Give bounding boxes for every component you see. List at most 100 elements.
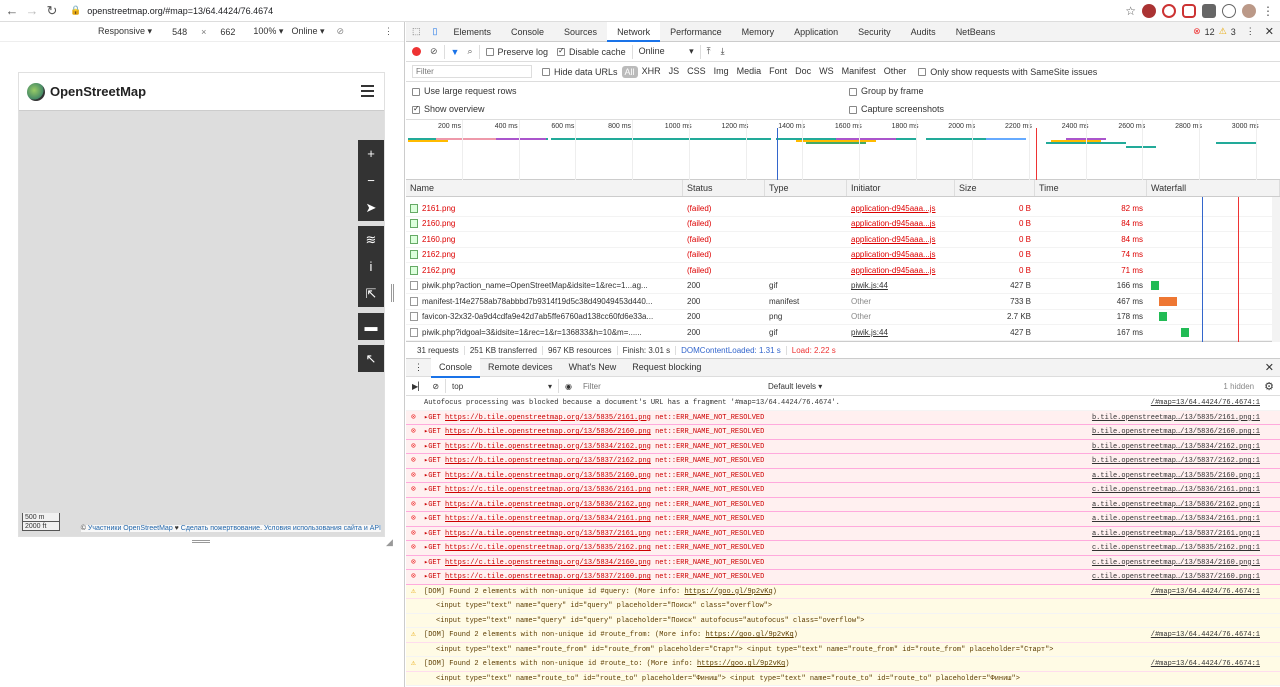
- device-toggle-icon[interactable]: ▯: [427, 26, 444, 37]
- reload-icon[interactable]: ↻: [44, 3, 60, 19]
- contributors-link[interactable]: Участники OpenStreetMap: [88, 525, 173, 532]
- column-type[interactable]: Type: [765, 180, 847, 196]
- settings-icon[interactable]: ⋮: [1246, 26, 1255, 37]
- show-overview-checkbox[interactable]: [412, 104, 420, 114]
- tab-security[interactable]: Security: [848, 22, 901, 42]
- request-initiator[interactable]: piwik.js:44: [847, 281, 955, 290]
- console-source-link[interactable]: b.tile.openstreetmap…/13/5837/2162.png:1: [1092, 454, 1260, 468]
- drawer-tab-remote-devices[interactable]: Remote devices: [480, 358, 561, 378]
- throttle-select[interactable]: Online ▾: [291, 26, 324, 37]
- zoom-in-button[interactable]: +: [358, 140, 384, 167]
- info-icon[interactable]: i: [358, 253, 384, 280]
- request-initiator[interactable]: application-d945aaa...js: [847, 219, 955, 228]
- search-icon[interactable]: ⌕: [467, 46, 472, 57]
- tab-elements[interactable]: Elements: [443, 22, 501, 42]
- console-link[interactable]: https://a.tile.openstreetmap.org/13/5834…: [445, 515, 651, 523]
- hide-data-urls-checkbox[interactable]: [542, 67, 550, 76]
- console-link[interactable]: https://c.tile.openstreetmap.org/13/5836…: [445, 486, 651, 494]
- tab-performance[interactable]: Performance: [660, 22, 732, 42]
- request-initiator[interactable]: application-d945aaa...js: [847, 235, 955, 244]
- console-link[interactable]: https://goo.gl/9p2vKq: [705, 631, 793, 639]
- filter-type-all[interactable]: All: [621, 65, 638, 78]
- donate-link[interactable]: Сделать пожертвование: [181, 525, 260, 532]
- samesite-checkbox[interactable]: [918, 67, 927, 76]
- clear-icon[interactable]: ⊘: [430, 46, 438, 57]
- console-source-link[interactable]: /#map=13/64.4424/76.4674:1: [1151, 657, 1260, 671]
- console-source-link[interactable]: a.tile.openstreetmap…/13/5835/2160.png:1: [1092, 469, 1260, 483]
- share-icon[interactable]: ⇱: [358, 280, 384, 307]
- tab-netbeans[interactable]: NetBeans: [946, 22, 1006, 42]
- request-initiator[interactable]: application-d945aaa...js: [847, 266, 955, 275]
- large-rows-checkbox[interactable]: [412, 87, 420, 96]
- console-link[interactable]: https://b.tile.openstreetmap.org/13/5834…: [445, 443, 651, 451]
- tab-network[interactable]: Network: [607, 21, 661, 42]
- tab-application[interactable]: Application: [784, 22, 848, 42]
- console-source-link[interactable]: /#map=13/64.4424/76.4674:1: [1151, 585, 1260, 599]
- column-time[interactable]: Time: [1035, 180, 1147, 196]
- forward-icon[interactable]: →: [24, 3, 40, 18]
- console-link[interactable]: https://b.tile.openstreetmap.org/13/5835…: [445, 414, 651, 422]
- drawer-tab-what-s-new[interactable]: What's New: [561, 358, 625, 378]
- export-har-icon[interactable]: ⤓: [721, 46, 725, 57]
- extension-icon[interactable]: [1162, 4, 1176, 18]
- tab-memory[interactable]: Memory: [732, 22, 785, 42]
- zoom-out-button[interactable]: −: [358, 167, 384, 194]
- console-source-link[interactable]: a.tile.openstreetmap…/13/5837/2161.png:1: [1092, 527, 1260, 541]
- throttling-select[interactable]: Online ▾: [639, 46, 694, 57]
- console-source-link[interactable]: c.tile.openstreetmap…/13/5836/2161.png:1: [1092, 483, 1260, 497]
- console-link[interactable]: https://b.tile.openstreetmap.org/13/5836…: [445, 428, 651, 436]
- table-row[interactable]: 2162.png (failed) application-d945aaa...js…: [406, 248, 1280, 263]
- table-row[interactable]: 2160.png (failed) application-d945aaa...js…: [406, 232, 1280, 248]
- console-source-link[interactable]: a.tile.openstreetmap…/13/5834/2161.png:1: [1092, 512, 1260, 526]
- avatar[interactable]: [1242, 4, 1256, 18]
- console-link[interactable]: https://a.tile.openstreetmap.org/13/5836…: [445, 501, 651, 509]
- osm-logo[interactable]: [27, 82, 45, 101]
- device-preset-select[interactable]: Responsive ▾: [98, 26, 152, 37]
- filter-type-media[interactable]: Media: [733, 66, 766, 78]
- console-link[interactable]: https://c.tile.openstreetmap.org/13/5837…: [445, 573, 651, 581]
- disable-cache-checkbox[interactable]: [557, 46, 566, 56]
- timeline-overview[interactable]: 200 ms 400 ms 600 ms 800 ms 1000 ms 1200 ms 14…: [406, 120, 1280, 180]
- filter-type-font[interactable]: Font: [765, 66, 791, 78]
- table-row[interactable]: piwik.php?idgoal=3&idsite=1&rec=1&r=1368…: [406, 325, 1280, 341]
- more-icon[interactable]: ⋮: [384, 26, 393, 37]
- column-initiator[interactable]: Initiator: [847, 180, 955, 196]
- console-clear-icon[interactable]: ⊘: [432, 382, 439, 391]
- error-count[interactable]: 12: [1205, 27, 1215, 37]
- hamburger-menu-icon[interactable]: [361, 85, 374, 97]
- osm-title[interactable]: OpenStreetMap: [50, 84, 146, 99]
- eye-icon[interactable]: ◉: [565, 382, 572, 391]
- locate-icon[interactable]: ➤: [358, 194, 384, 221]
- console-link[interactable]: https://goo.gl/9p2vKq: [684, 588, 772, 596]
- filter-type-manifest[interactable]: Manifest: [838, 66, 880, 78]
- console-source-link[interactable]: b.tile.openstreetmap…/13/5836/2160.png:1: [1092, 425, 1260, 439]
- warning-count[interactable]: 3: [1231, 27, 1236, 37]
- record-icon[interactable]: [412, 47, 421, 56]
- console-source-link[interactable]: b.tile.openstreetmap…/13/5834/2162.png:1: [1092, 440, 1260, 454]
- console-link[interactable]: https://c.tile.openstreetmap.org/13/5834…: [445, 559, 651, 567]
- column-name[interactable]: Name: [406, 180, 683, 196]
- filter-type-img[interactable]: Img: [710, 66, 733, 78]
- resize-handle-right[interactable]: [391, 284, 394, 302]
- extension-icon[interactable]: [1182, 4, 1196, 18]
- rotate-icon[interactable]: ⊘: [337, 26, 345, 37]
- table-row[interactable]: 2162.png (failed) application-d945aaa...js…: [406, 263, 1280, 279]
- terms-link[interactable]: Условия использования сайта и API: [264, 525, 381, 532]
- query-cursor-icon[interactable]: ↖: [358, 345, 384, 372]
- console-link[interactable]: https://a.tile.openstreetmap.org/13/5837…: [445, 530, 651, 538]
- console-link[interactable]: https://goo.gl/9p2vKq: [697, 660, 785, 668]
- back-icon[interactable]: ←: [4, 3, 20, 18]
- column-size[interactable]: Size: [955, 180, 1035, 196]
- request-initiator[interactable]: piwik.js:44: [847, 328, 955, 337]
- width-input[interactable]: 548: [172, 27, 187, 37]
- filter-type-doc[interactable]: Doc: [791, 66, 815, 78]
- star-icon[interactable]: ☆: [1125, 4, 1136, 18]
- drawer-menu-icon[interactable]: ⋮: [406, 362, 431, 373]
- drawer-tab-request-blocking[interactable]: Request blocking: [624, 358, 709, 378]
- filter-type-css[interactable]: CSS: [683, 66, 710, 78]
- request-initiator[interactable]: application-d945aaa...js: [847, 250, 955, 259]
- column-waterfall[interactable]: Waterfall: [1147, 180, 1280, 196]
- drawer-tab-console[interactable]: Console: [431, 357, 481, 378]
- request-initiator[interactable]: application-d945aaa...js: [847, 204, 955, 213]
- console-link[interactable]: https://a.tile.openstreetmap.org/13/5835…: [445, 472, 651, 480]
